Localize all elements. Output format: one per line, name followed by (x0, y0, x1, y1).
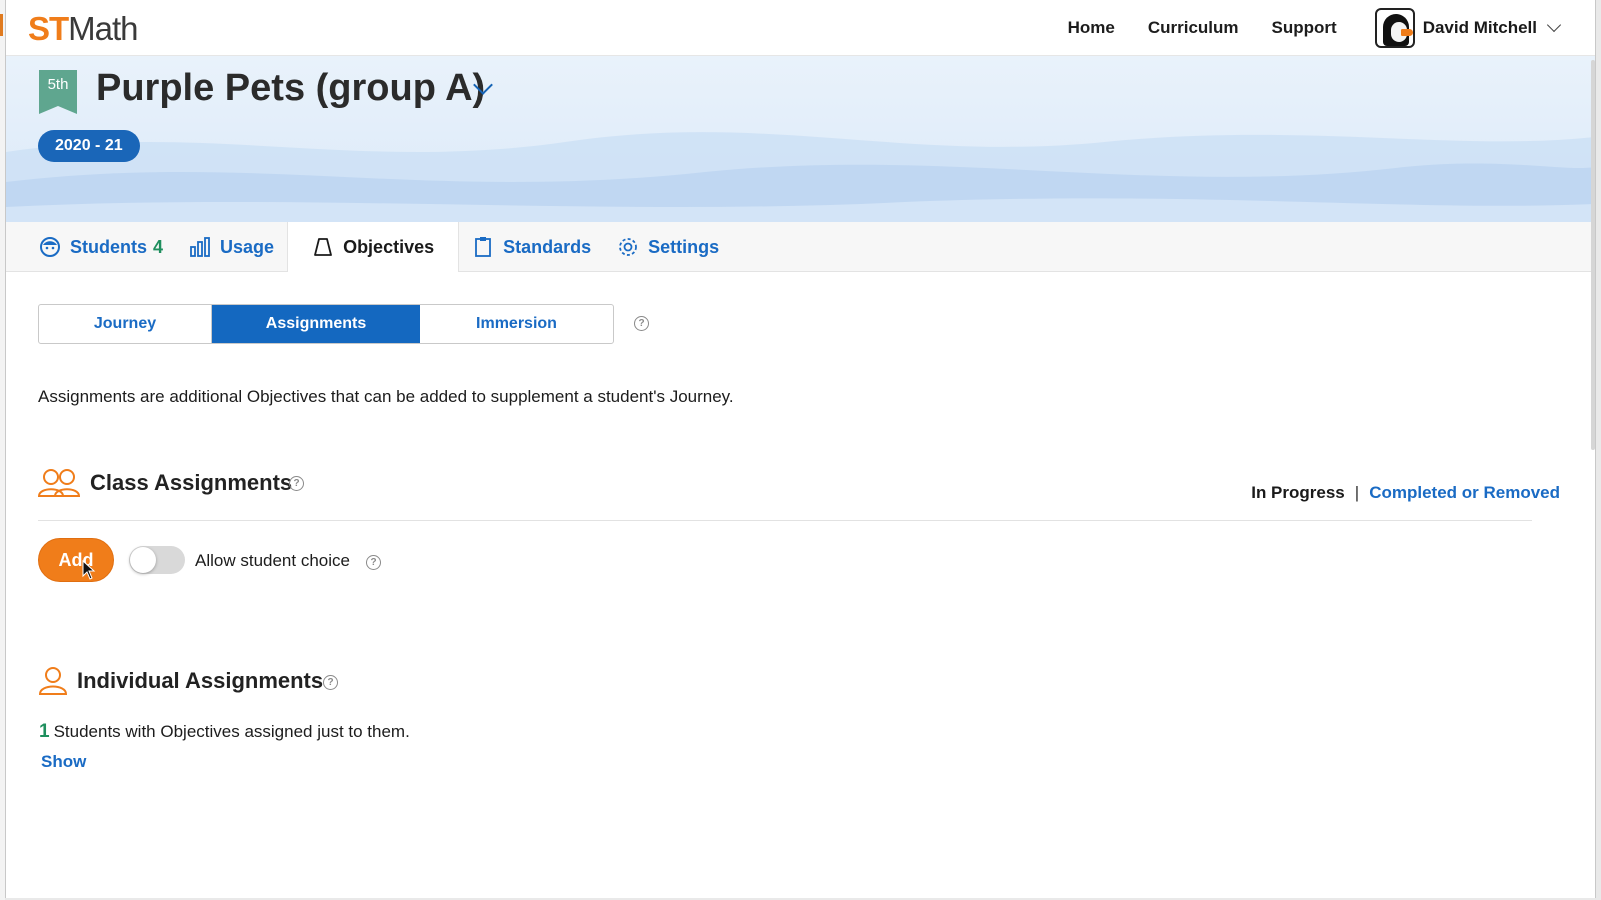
students-count: 4 (153, 236, 164, 257)
user-menu[interactable]: David Mitchell (1374, 8, 1562, 48)
filter-completed-removed[interactable]: Completed or Removed (1369, 483, 1560, 502)
person-icon (38, 667, 68, 695)
nav-curriculum[interactable]: Curriculum (1148, 18, 1239, 38)
allow-student-choice-label: Allow student choice (195, 551, 350, 570)
wave-background (6, 132, 1595, 222)
tab-students[interactable]: Students 4 (26, 222, 176, 272)
browser-window: STMath Home Curriculum Support David Mit… (5, 0, 1596, 898)
clipboard-icon (472, 236, 494, 258)
tab-standards-label: Standards (503, 236, 592, 257)
individual-assignments-summary: 1 Students with Objectives assigned just … (39, 721, 410, 743)
class-banner: 5th Purple Pets (group A) 2020 - 21 (6, 56, 1595, 222)
allow-student-choice-toggle[interactable] (129, 546, 185, 574)
screen: STMath Home Curriculum Support David Mit… (0, 0, 1601, 900)
help-icon[interactable]: ? (366, 555, 381, 570)
gear-icon (617, 236, 639, 258)
section-divider (38, 520, 1532, 521)
chevron-down-icon (1546, 17, 1562, 33)
help-icon[interactable]: ? (323, 675, 338, 690)
group-icon (38, 469, 80, 497)
filter-in-progress[interactable]: In Progress (1251, 483, 1345, 502)
tab-objectives-label: Objectives (343, 236, 435, 257)
bar-chart-icon (189, 236, 211, 258)
st-math-logo[interactable]: STMath (28, 10, 139, 48)
school-year-pill[interactable]: 2020 - 21 (38, 130, 140, 162)
tab-standards[interactable]: Standards (459, 222, 604, 272)
tab-settings-label: Settings (648, 236, 720, 257)
show-link[interactable]: Show (41, 752, 86, 772)
logo-math: Math (68, 10, 138, 47)
segment-journey[interactable]: Journey (39, 305, 212, 343)
segment-assignments[interactable]: Assignments (212, 305, 420, 343)
avatar (1374, 8, 1415, 48)
filter-separator: | (1354, 483, 1360, 502)
class-title: Purple Pets (group A) (96, 67, 486, 109)
segment-immersion[interactable]: Immersion (420, 305, 613, 343)
tab-usage-label: Usage (220, 236, 275, 257)
objectives-segmented-control: Journey Assignments Immersion (38, 304, 614, 344)
user-name: David Mitchell (1422, 18, 1537, 37)
individual-assignments-title: Individual Assignments (77, 668, 324, 693)
edge-marker (0, 14, 3, 36)
class-tabs: Students 4 Usage Objectives Standards Se… (6, 222, 1595, 272)
class-assignments-title: Class Assignments (90, 470, 293, 495)
individual-count-text: Students with Objectives assigned just t… (53, 722, 410, 741)
assignments-description: Assignments are additional Objectives th… (38, 387, 734, 406)
tab-objectives[interactable]: Objectives (287, 222, 460, 272)
grade-badge: 5th (39, 70, 77, 114)
bell-icon (312, 236, 334, 258)
tab-settings[interactable]: Settings (604, 222, 732, 272)
tab-students-label: Students (70, 236, 148, 257)
scrollbar[interactable] (1591, 60, 1595, 450)
individual-count: 1 (39, 721, 50, 742)
top-bar: STMath Home Curriculum Support David Mit… (6, 0, 1595, 56)
mouse-cursor-icon (82, 560, 96, 580)
tab-usage[interactable]: Usage (176, 222, 287, 272)
nav-support[interactable]: Support (1272, 18, 1337, 38)
help-icon[interactable]: ? (289, 476, 304, 491)
students-icon (39, 236, 61, 258)
logo-st: ST (28, 10, 69, 47)
toggle-knob (130, 547, 156, 573)
main-nav: Home Curriculum Support David Mitchell (1035, 0, 1562, 56)
help-icon[interactable]: ? (634, 316, 649, 331)
assignment-status-filter: In Progress | Completed or Removed (1251, 483, 1560, 503)
nav-home[interactable]: Home (1068, 18, 1115, 38)
add-button[interactable]: Add (38, 538, 114, 582)
